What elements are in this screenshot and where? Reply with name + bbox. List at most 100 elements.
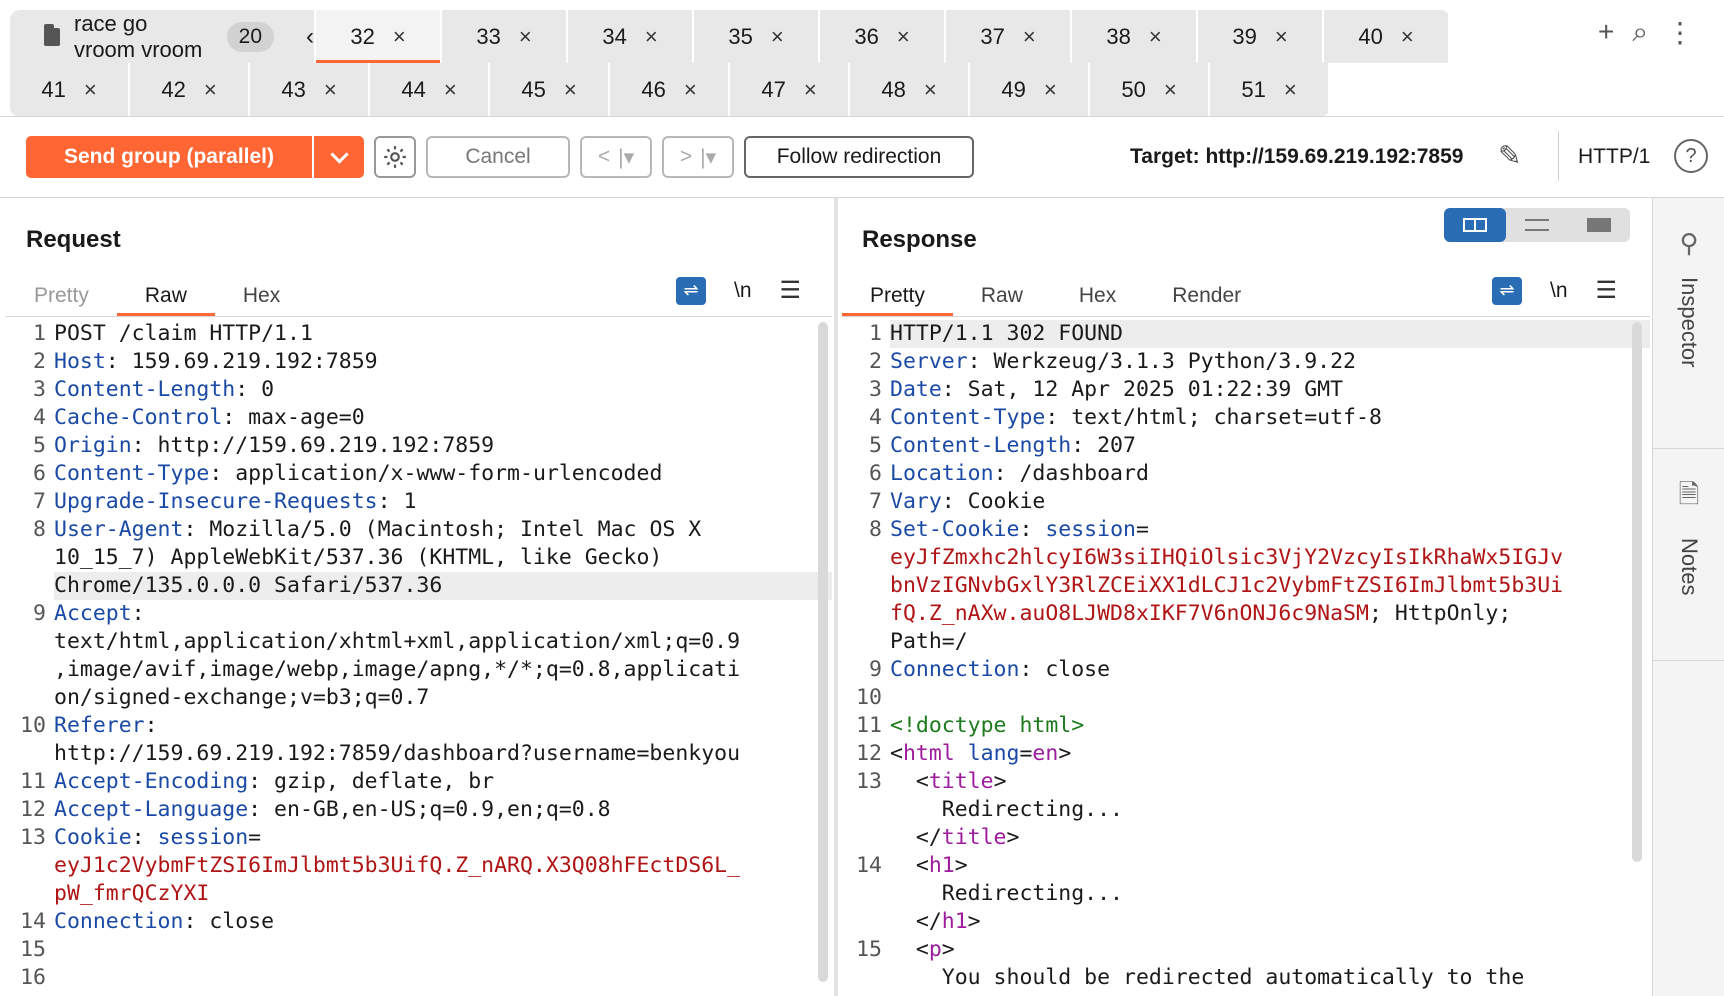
history-back-button[interactable]: < |▾	[580, 136, 652, 178]
close-icon[interactable]: ×	[1164, 77, 1177, 103]
tab-hex[interactable]: Hex	[215, 278, 308, 314]
tab-37[interactable]: 37 ×	[946, 10, 1072, 63]
close-icon[interactable]: ×	[924, 77, 937, 103]
tab-hex[interactable]: Hex	[1051, 278, 1144, 314]
code-line: 4 Cache-Control: max-age=0	[6, 404, 832, 432]
close-icon[interactable]: ×	[684, 77, 697, 103]
layout-side-by-side-button[interactable]	[1444, 208, 1506, 242]
close-icon[interactable]: ×	[645, 24, 658, 50]
tab-32[interactable]: 32 ×	[316, 10, 442, 63]
tab-bar-actions: + ⌕ ⋮	[1598, 16, 1694, 49]
pane-divider[interactable]	[834, 198, 838, 996]
menu-icon[interactable]: ☰	[1596, 276, 1618, 305]
tab-render[interactable]: Render	[1144, 278, 1269, 314]
token: Accept-Encoding	[54, 769, 249, 794]
tab-51[interactable]: 51 ×	[1210, 63, 1330, 116]
single-pane-icon	[1587, 218, 1611, 232]
close-icon[interactable]: ×	[1284, 77, 1297, 103]
tab-42[interactable]: 42 ×	[130, 63, 250, 116]
line-text	[54, 964, 832, 992]
word-wrap-icon[interactable]: ⇌	[1492, 276, 1522, 305]
line-number	[6, 880, 54, 908]
settings-button[interactable]	[374, 136, 416, 178]
sidebar-item-inspector[interactable]: ⚲ Inspector	[1653, 228, 1724, 368]
response-editor[interactable]: 1 HTTP/1.1 302 FOUND 2 Server: Werkzeug/3.1…	[842, 320, 1650, 996]
sidebar-item-notes[interactable]: 🗎 Notes	[1653, 476, 1724, 595]
code-line: 10_15_7) AppleWebKit/537.36 (KHTML, like…	[6, 544, 832, 572]
tab-41[interactable]: 41 ×	[10, 63, 130, 116]
http-version-button[interactable]: HTTP/1	[1578, 145, 1650, 169]
layout-stacked-button[interactable]	[1506, 208, 1568, 242]
cancel-button[interactable]: Cancel	[426, 136, 570, 178]
word-wrap-icon[interactable]: ⇌	[676, 276, 706, 305]
help-icon[interactable]: ?	[1674, 139, 1708, 173]
request-editor[interactable]: 1 POST /claim HTTP/1.1 2 Host: 159.69.219.1…	[6, 320, 832, 996]
token: Chrome/135.0.0.0 Safari/537.36	[54, 573, 443, 598]
newline-toggle-icon[interactable]: \n	[734, 279, 752, 303]
tab-47[interactable]: 47 ×	[730, 63, 850, 116]
token: pW_fmrQCzYXI	[54, 881, 210, 906]
edit-target-icon[interactable]: ✎	[1498, 139, 1521, 172]
close-icon[interactable]: ×	[1401, 24, 1414, 50]
close-icon[interactable]: ×	[1275, 24, 1288, 50]
new-tab-icon[interactable]: +	[1598, 16, 1614, 49]
tab-45[interactable]: 45 ×	[490, 63, 610, 116]
tab-pretty[interactable]: Pretty	[6, 278, 117, 314]
send-mode-dropdown[interactable]	[314, 136, 364, 178]
collapse-group-icon[interactable]: ‹	[306, 23, 314, 51]
close-icon[interactable]: ×	[897, 24, 910, 50]
tab-35[interactable]: 35 ×	[694, 10, 820, 63]
close-icon[interactable]: ×	[1023, 24, 1036, 50]
tab-pretty[interactable]: Pretty	[842, 278, 953, 316]
tab-34[interactable]: 34 ×	[568, 10, 694, 63]
tab-44[interactable]: 44 ×	[370, 63, 490, 116]
tab-raw[interactable]: Raw	[116, 278, 215, 316]
close-icon[interactable]: ×	[1149, 24, 1162, 50]
close-icon[interactable]: ×	[393, 24, 406, 50]
history-forward-button[interactable]: > |▾	[662, 136, 734, 178]
request-scrollbar[interactable]	[818, 322, 828, 982]
token: Redirecting...	[890, 797, 1123, 822]
close-icon[interactable]: ×	[204, 77, 217, 103]
line-number: 15	[20, 937, 46, 962]
token: POST /claim HTTP/1.1	[54, 321, 313, 346]
line-number: 8	[33, 517, 46, 542]
close-icon[interactable]: ×	[1044, 77, 1057, 103]
close-icon[interactable]: ×	[84, 77, 97, 103]
close-icon[interactable]: ×	[519, 24, 532, 50]
tab-43[interactable]: 43 ×	[250, 63, 370, 116]
layout-tabs-button[interactable]	[1568, 208, 1630, 242]
tab-38[interactable]: 38 ×	[1072, 10, 1198, 63]
close-icon[interactable]: ×	[324, 77, 337, 103]
tab-40[interactable]: 40 ×	[1324, 10, 1450, 63]
response-scrollbar[interactable]	[1632, 322, 1642, 862]
close-icon[interactable]: ×	[804, 77, 817, 103]
tab-33[interactable]: 33 ×	[442, 10, 568, 63]
close-icon[interactable]: ×	[444, 77, 457, 103]
close-icon[interactable]: ×	[771, 24, 784, 50]
tab-36[interactable]: 36 ×	[820, 10, 946, 63]
more-options-icon[interactable]: ⋮	[1666, 16, 1694, 49]
code-line: 16	[6, 964, 832, 992]
tab-39[interactable]: 39 ×	[1198, 10, 1324, 63]
line-text: http://159.69.219.192:7859/dashboard?use…	[54, 740, 832, 768]
tab-46[interactable]: 46 ×	[610, 63, 730, 116]
follow-redirection-button[interactable]: Follow redirection	[744, 136, 974, 178]
menu-icon[interactable]: ☰	[780, 276, 802, 305]
tab-50[interactable]: 50 ×	[1090, 63, 1210, 116]
tab-raw[interactable]: Raw	[953, 278, 1051, 314]
search-icon[interactable]: ⌕	[1632, 16, 1648, 49]
tab-group[interactable]: race go vroom vroom 20 ‹	[10, 10, 316, 63]
tab-48[interactable]: 48 ×	[850, 63, 970, 116]
token: >	[967, 909, 981, 934]
line-text: 10_15_7) AppleWebKit/537.36 (KHTML, like…	[54, 544, 832, 572]
line-number	[842, 824, 890, 852]
tab-49[interactable]: 49 ×	[970, 63, 1090, 116]
code-line: 13 <title>	[842, 768, 1650, 796]
close-icon[interactable]: ×	[564, 77, 577, 103]
line-text: Content-Type: text/html; charset=utf-8	[890, 404, 1650, 432]
newline-toggle-icon[interactable]: \n	[1550, 279, 1568, 303]
line-number: 13	[856, 769, 882, 794]
send-group-button[interactable]: Send group (parallel)	[26, 136, 312, 178]
line-number: 15	[856, 937, 882, 962]
